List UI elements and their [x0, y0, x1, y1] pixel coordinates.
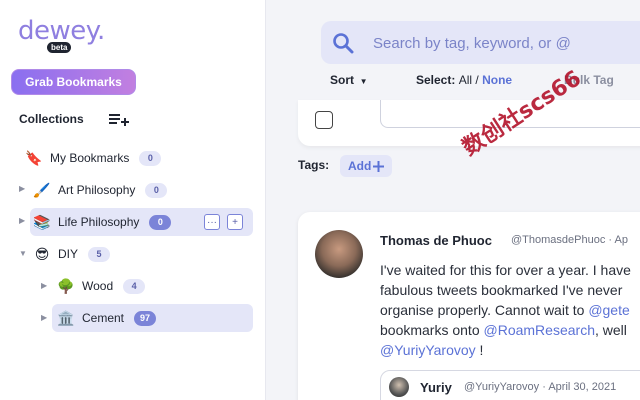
tweet-text-line: I've waited for this for over a year. I … [380, 262, 631, 278]
tweet-author-handle[interactable]: @ThomasdePhuoc · Ap [511, 234, 628, 246]
sort-label: Sort [330, 73, 354, 87]
add-collection-icon[interactable] [109, 111, 129, 127]
collection-count-badge: 97 [134, 310, 157, 326]
sidebar-item-my-bookmarks[interactable]: 🔖 My Bookmarks 0 [24, 144, 162, 172]
select-separator: / [475, 73, 479, 87]
select-all-link[interactable]: All [459, 73, 472, 87]
collapse-caret-icon[interactable]: ▼ [19, 249, 27, 258]
sidebar-item-wood[interactable]: 🌳 Wood 4 [56, 272, 146, 300]
tweet-text: , well [594, 322, 627, 338]
books-emoji-icon: 📚 [33, 213, 51, 230]
mention-link[interactable]: @YuriyYarovoy [380, 342, 476, 358]
mention-link[interactable]: @RoamResearch [484, 322, 595, 338]
select-controls: Select: All / None [416, 73, 512, 87]
tweet-text: I've waited for this for over a year. I … [380, 262, 631, 278]
sidebar: dewey. beta Grab Bookmarks Collections 🔖… [0, 0, 266, 400]
quoted-author-handle[interactable]: @YuriyYarovoy · April 30, 2021 [464, 381, 616, 393]
expand-caret-icon[interactable]: ▶ [19, 216, 25, 225]
tweet-text-line: fabulous tweets bookmarked I've never [380, 282, 622, 298]
tweet-text: ! [475, 342, 484, 358]
tweet-author-name[interactable]: Thomas de Phuoc [380, 233, 492, 248]
tweet-text-line: bookmarks onto @RoamResearch, well [380, 322, 627, 338]
tree-emoji-icon: 🌳 [57, 277, 75, 294]
sidebar-item-label: DIY [58, 247, 79, 261]
avatar[interactable] [315, 230, 363, 278]
collection-menu-button[interactable]: ··· [204, 214, 220, 230]
sidebar-item-art-philosophy[interactable]: 🖌️ Art Philosophy 0 [32, 176, 168, 204]
add-subcollection-button[interactable]: + [227, 214, 243, 230]
bookmark-emoji-icon: 🔖 [25, 149, 43, 166]
sidebar-item-label: Life Philosophy [58, 215, 140, 229]
collections-title: Collections [19, 112, 84, 126]
expand-caret-icon[interactable]: ▶ [41, 313, 47, 322]
tweet-text: fabulous tweets bookmarked I've never [380, 282, 623, 298]
search-icon[interactable] [332, 32, 354, 54]
tags-label: Tags: [298, 158, 330, 172]
select-label: Select: [416, 73, 456, 87]
sidebar-item-label: My Bookmarks [50, 151, 130, 165]
sidebar-item-label: Wood [82, 279, 114, 293]
sidebar-item-diy[interactable]: 😎 DIY 5 [32, 240, 111, 268]
select-none-link[interactable]: None [482, 73, 512, 87]
tweet-text-line: organise properly. Cannot wait to @gete [380, 302, 630, 318]
classical-building-emoji-icon: 🏛️ [57, 309, 75, 326]
sidebar-item-cement[interactable]: 🏛️ Cement 97 [52, 304, 253, 332]
collection-count-badge: 4 [123, 278, 146, 294]
sidebar-item-label: Art Philosophy [58, 183, 136, 197]
expand-caret-icon[interactable]: ▶ [19, 184, 25, 193]
collection-count-badge: 0 [149, 214, 172, 230]
tweet-text: organise properly. Cannot wait to [380, 302, 589, 318]
grab-bookmarks-button[interactable]: Grab Bookmarks [11, 69, 136, 95]
collection-count-badge: 5 [88, 246, 111, 262]
quoted-author-name[interactable]: Yuriy [420, 380, 452, 395]
tweet-text-line: @YuriyYarovoy ! [380, 342, 483, 358]
mention-link[interactable]: @gete [588, 302, 629, 318]
collection-count-badge: 0 [145, 182, 168, 198]
add-tag-label: Add [348, 159, 372, 173]
beta-badge: beta [47, 42, 72, 53]
collection-count-badge: 0 [139, 150, 162, 166]
expand-caret-icon[interactable]: ▶ [41, 281, 47, 290]
add-tag-button[interactable]: Add [340, 155, 393, 177]
sidebar-item-life-philosophy[interactable]: 📚 Life Philosophy 0 ··· + [30, 208, 253, 236]
search-bar[interactable]: Search by tag, keyword, or @ [321, 21, 640, 64]
sunglasses-emoji-icon: 😎 [34, 245, 50, 262]
sort-dropdown[interactable]: Sort ▼ [330, 73, 367, 87]
plus-icon [373, 160, 385, 172]
search-input[interactable]: Search by tag, keyword, or @ [373, 35, 571, 52]
chevron-down-icon: ▼ [357, 77, 368, 86]
paintbrush-emoji-icon: 🖌️ [33, 181, 51, 198]
sidebar-item-label: Cement [82, 311, 125, 325]
select-checkbox[interactable] [315, 111, 333, 129]
avatar[interactable] [389, 377, 409, 397]
tweet-text: bookmarks onto [380, 322, 484, 338]
